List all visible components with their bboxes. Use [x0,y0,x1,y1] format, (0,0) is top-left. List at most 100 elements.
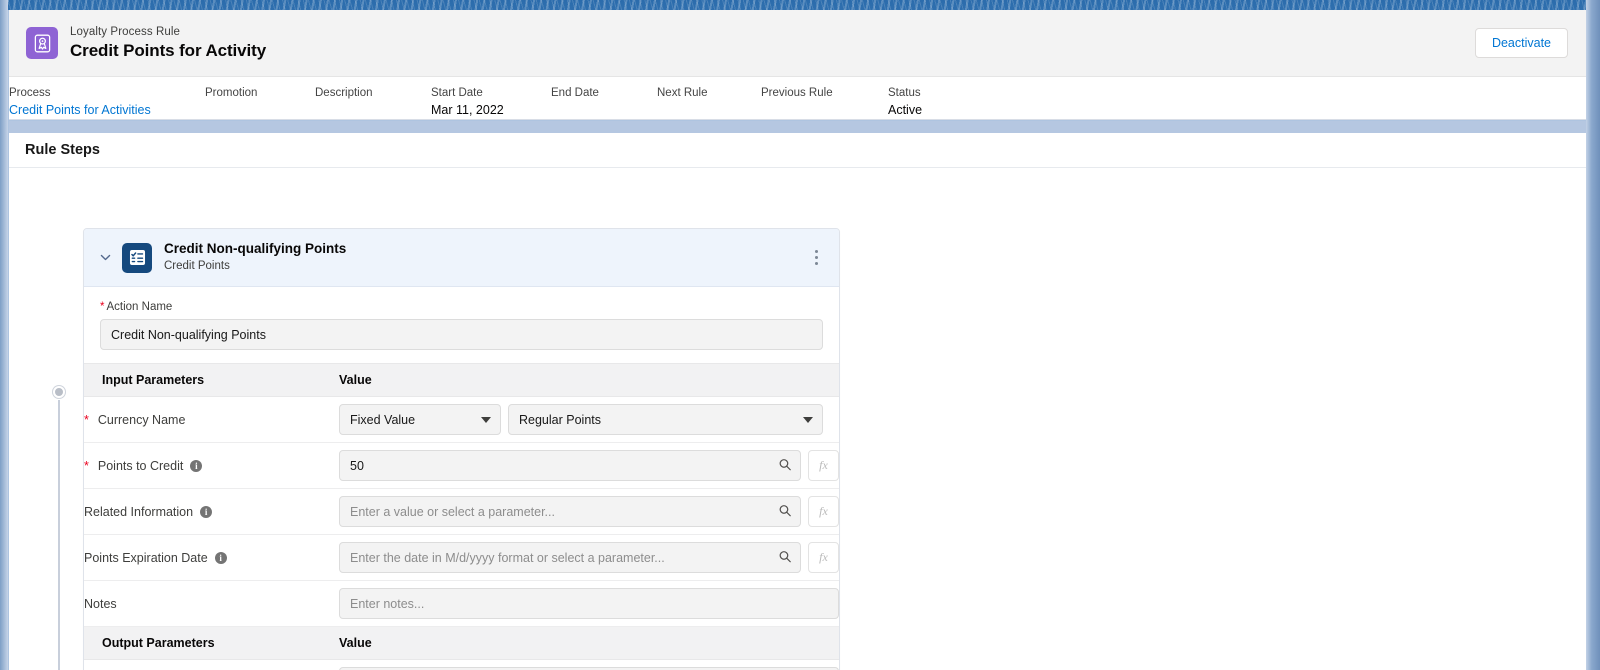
field-label: Description [315,87,373,99]
record-detail-fields: Process Credit Points for Activities Promo… [9,77,1586,119]
header-field-description: Description [315,86,431,118]
field-label: Promotion [205,87,258,99]
lookup-input-text: Enter the date in M/d/yyyy format or sel… [350,550,665,565]
parameter-label: Related Information i [84,505,339,519]
lookup-input[interactable]: Enter a value or select a parameter... [339,496,801,527]
header-field-end-date: End Date [551,86,657,118]
page-title: Credit Points for Activity [70,40,267,60]
header-field-status: Status Active [888,86,998,119]
record-title-block: Loyalty Process Rule Credit Points for A… [70,26,266,61]
field-label: End Date [551,87,599,99]
header-field-start-date: Start Date Mar 11, 2022 [431,86,551,119]
action-name-input[interactable]: Credit Non-qualifying Points [100,319,823,350]
field-label: Process [9,87,51,99]
value-control-group: Fixed Value Regular Points [339,404,839,435]
parameter-label-text: Currency Name [97,412,186,427]
deactivate-button[interactable]: Deactivate [1474,28,1568,58]
parameter-label-cell: Notes [84,580,339,627]
browser-viewport: Loyalty Process Rule Credit Points for A… [0,0,1600,670]
loyalty-award-icon [26,27,58,59]
parameter-value-cell: Fixed Value Regular Points [339,396,839,443]
rule-steps-card: Rule Steps Credit Non-qualifying Points … [9,133,1586,670]
input-parameters-header: Input Parameters Value [84,363,839,397]
value-control-group: Enter a value or select a parameter... fx [339,496,839,527]
parameter-row: Notes Enter notes... [84,580,839,627]
rule-step-header[interactable]: Credit Non-qualifying Points Credit Poin… [84,229,839,287]
parameter-label-text: Points to Credit [97,458,184,473]
notes-input-text: Enter notes... [350,596,425,611]
parameter-label-text: Notes [84,596,117,611]
field-value [205,103,315,118]
parameter-label: Notes [84,597,339,611]
field-label: Status [888,87,921,99]
parameter-label-cell: Related Information i [84,488,339,535]
record-type-label: Loyalty Process Rule [70,25,181,38]
card-gap-strip [9,121,1586,133]
field-value: Active [888,103,923,118]
parameter-value-cell: 50 fx [339,442,839,489]
parameter-label-cell: Points Expiration Date i [84,534,339,581]
parameter-label-cell: * Points to Credit i [84,442,339,489]
parameter-label: * Currency Name [84,413,339,427]
action-name-block: * Action Name Credit Non-qualifying Point… [84,287,839,363]
chevron-down-icon [803,416,813,423]
header-field-previous-rule: Previous Rule [761,86,888,118]
parameter-label: Points Expiration Date i [84,551,339,565]
header-field-next-rule: Next Rule [657,86,761,118]
output-parameters-header: Output Parameters Value [84,626,839,660]
parameter-row: Points CreditediSelect a parameter... [84,660,839,670]
column-header-value: Value [339,626,839,660]
column-header-parameter: Output Parameters [84,626,339,660]
value-type-select-text: Fixed Value [350,412,416,427]
chrome-right-band [1586,0,1600,670]
record-header-top: Loyalty Process Rule Credit Points for A… [9,10,1586,77]
lookup-input[interactable]: Enter the date in M/d/yyyy format or sel… [339,542,801,573]
notes-input[interactable]: Enter notes... [339,588,839,619]
parameter-label-cell: Points Creditedi [84,660,339,670]
field-value [761,103,888,118]
currency-name-select-text: Regular Points [519,412,601,427]
search-icon[interactable] [778,457,792,474]
chrome-top-band [0,0,1600,10]
parameter-value-cell: Enter a value or select a parameter... fx [339,488,839,535]
field-value [551,103,657,118]
info-icon[interactable]: i [190,459,203,472]
parameter-value-cell: Enter the date in M/d/yyyy format or sel… [339,534,839,581]
rule-steps-header: Rule Steps [9,133,1586,168]
field-value [315,103,431,118]
checklist-icon [122,242,152,273]
rule-step-subtitle: Credit Points [164,260,230,273]
value-control-group: 50 fx [339,450,839,481]
header-actions: Deactivate [1474,28,1568,58]
parameter-label-cell: * Currency Name [84,396,339,443]
rule-step-titles: Credit Non-qualifying Points Credit Poin… [164,241,346,274]
field-label: Previous Rule [761,87,833,99]
parameter-label-text: Points Expiration Date [84,550,208,565]
field-label: Next Rule [657,87,708,99]
formula-fx-button[interactable]: fx [808,542,839,573]
parameter-value-cell: Enter notes... [339,580,839,627]
search-icon[interactable] [778,549,792,566]
formula-fx-button[interactable]: fx [808,496,839,527]
column-header-value: Value [339,363,839,397]
value-control-group: Enter notes... [339,588,839,619]
parameter-row: Points Expiration Date i Enter the date in… [84,534,839,581]
field-value: Mar 11, 2022 [431,103,504,118]
formula-fx-button[interactable]: fx [808,450,839,481]
info-icon[interactable]: i [214,551,227,564]
section-title: Rule Steps [25,142,100,158]
field-label: Start Date [431,87,483,99]
field-value-link[interactable]: Credit Points for Activities [9,103,205,119]
chevron-down-icon[interactable] [94,247,116,269]
lookup-input-text: Enter a value or select a parameter... [350,504,555,519]
currency-name-select[interactable]: Regular Points [508,404,823,435]
search-icon[interactable] [778,503,792,520]
required-asterisk: * [84,458,89,473]
more-vertical-icon[interactable] [805,245,827,271]
value-type-select[interactable]: Fixed Value [339,404,501,435]
info-icon[interactable]: i [200,505,213,518]
parameters-table: Input Parameters Value * Currency Name Fixed… [84,363,839,670]
parameter-value-cell: Select a parameter... [339,660,839,670]
lookup-input[interactable]: 50 [339,450,801,481]
column-header-parameter: Input Parameters [84,363,339,397]
